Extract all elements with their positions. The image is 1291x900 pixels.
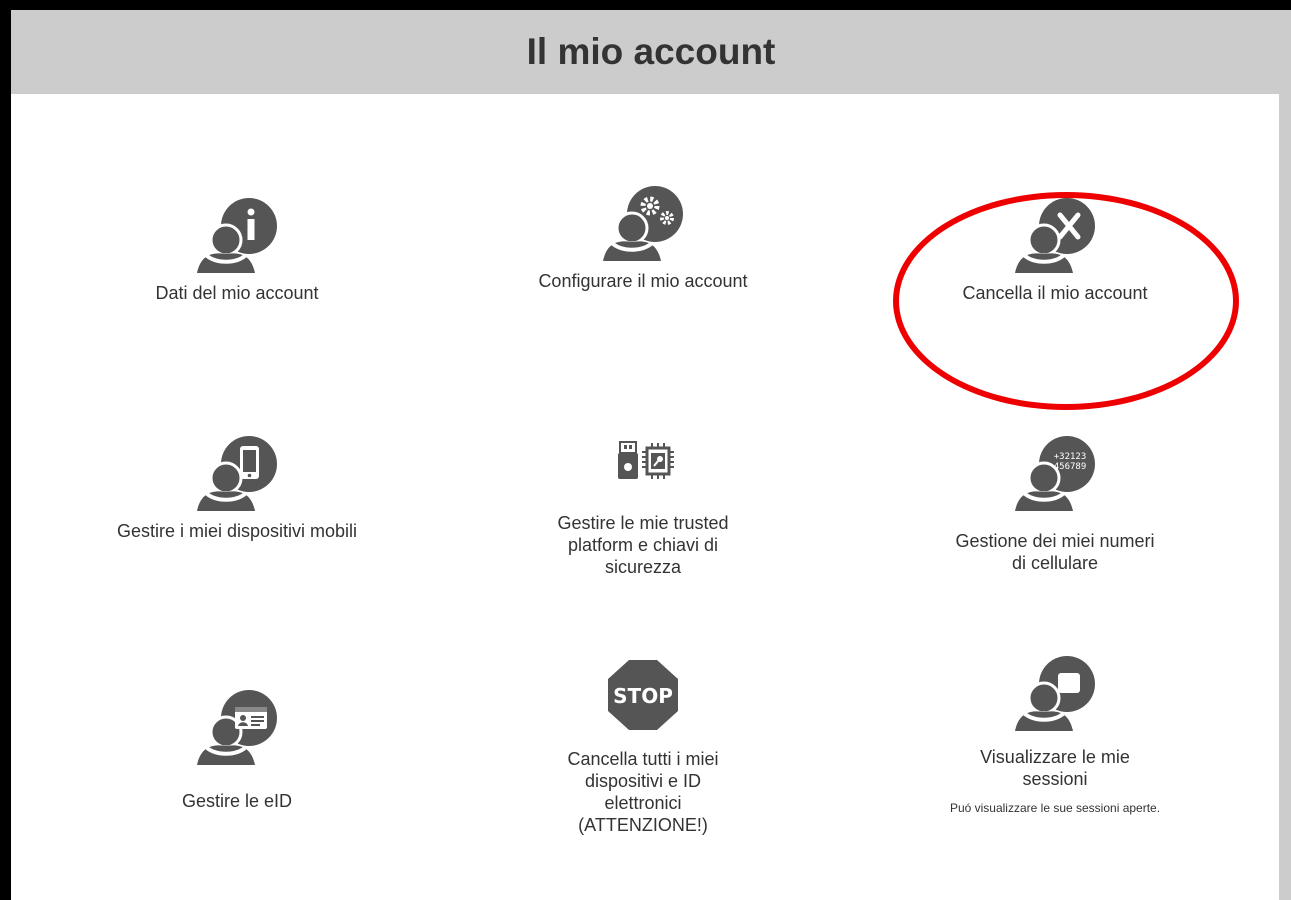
svg-text:456789: 456789 xyxy=(1054,462,1087,472)
person-id-card-icon xyxy=(197,690,277,765)
stop-sign-icon: STOP xyxy=(608,660,678,730)
page-title: Il mio account xyxy=(526,31,776,72)
tile-account-config[interactable]: Configurare il mio account xyxy=(493,182,793,292)
person-gears-icon xyxy=(603,186,683,261)
right-rail xyxy=(1279,94,1291,900)
tile-account-delete[interactable]: Cancella il mio account xyxy=(905,194,1205,304)
tile-label: Dati del mio account xyxy=(155,283,319,303)
tile-description: Puó visualizzare le sue sessioni aperte. xyxy=(949,801,1161,815)
tile-eid[interactable]: Gestire le eID xyxy=(87,686,387,812)
person-phone-icon xyxy=(197,436,277,511)
tile-label: Cancella tutti i miei dispositivi e ID e… xyxy=(567,749,719,835)
person-x-icon xyxy=(1015,198,1095,273)
tile-label: Gestione dei miei numeri di cellulare xyxy=(955,531,1155,573)
page-header: Il mio account xyxy=(11,10,1291,94)
person-session-icon xyxy=(1015,656,1095,731)
tile-delete-all-devices[interactable]: STOP Cancella tutti i miei dispositivi e… xyxy=(493,658,793,836)
person-numbers-icon: +32123 456789 xyxy=(1015,436,1095,511)
tile-mobile-devices[interactable]: Gestire i miei dispositivi mobili xyxy=(87,432,387,542)
tile-label: Configurare il mio account xyxy=(538,271,748,291)
person-info-icon xyxy=(197,198,277,273)
usb-chip-icon xyxy=(618,441,674,479)
tile-label: Cancella il mio account xyxy=(962,283,1148,303)
tile-label: Gestire le mie trusted platform e chiavi… xyxy=(557,513,729,577)
tile-phone-numbers[interactable]: +32123 456789 Gestione dei miei numeri d… xyxy=(905,432,1205,574)
stop-text: STOP xyxy=(613,684,673,708)
tile-label: Gestire le eID xyxy=(181,791,293,811)
tile-label: Visualizzare le mie sessioni xyxy=(980,747,1130,789)
tile-sessions[interactable]: Visualizzare le mie sessioni Puó visuali… xyxy=(905,652,1205,818)
tile-security-keys[interactable]: Gestire le mie trusted platform e chiavi… xyxy=(493,440,793,578)
svg-text:+32123: +32123 xyxy=(1054,452,1087,462)
tile-account-info[interactable]: Dati del mio account xyxy=(87,194,387,304)
tile-label: Gestire i miei dispositivi mobili xyxy=(116,521,358,541)
